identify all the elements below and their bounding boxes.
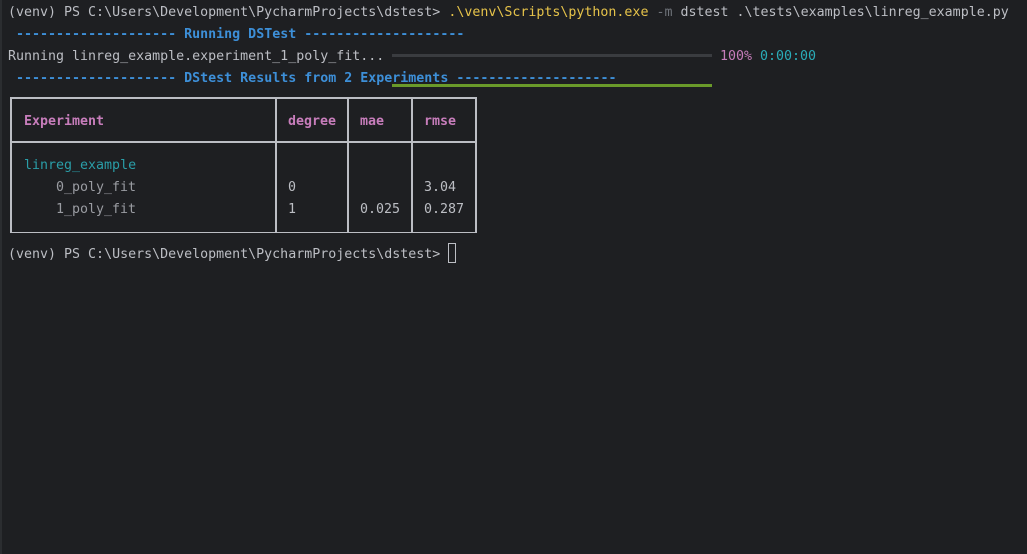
terminal-left-gutter <box>0 0 2 554</box>
progress-label: Running linreg_example.experiment_1_poly… <box>8 49 385 64</box>
banner-rule-left: -------------------- <box>16 71 177 86</box>
column-header-degree: degree <box>288 114 337 129</box>
command-flag: -m <box>656 5 673 20</box>
results-table: Experiment degree mae rmse linreg_exampl… <box>10 97 477 234</box>
banner-rule-left: -------------------- <box>16 27 177 42</box>
banner-rule-right: -------------------- <box>456 71 617 86</box>
table-row-rmse: 3.04 <box>424 180 457 195</box>
table-column-separator <box>411 97 413 233</box>
table-bottom-border <box>10 232 477 233</box>
table-row-rmse: 0.287 <box>424 202 465 217</box>
table-top-border <box>10 97 477 99</box>
table-row-degree: 1 <box>288 202 297 217</box>
running-banner: -------------------- Running DSTest ----… <box>8 24 464 46</box>
progress-percent: 100% <box>720 49 753 64</box>
shell-prompt: (venv) PS C:\Users\Development\PycharmPr… <box>8 5 441 20</box>
table-right-border <box>475 97 477 233</box>
running-banner-title: Running DSTest <box>184 27 297 42</box>
table-left-border <box>10 97 12 233</box>
column-header-mae: mae <box>360 114 385 129</box>
column-header-experiment: Experiment <box>24 114 105 129</box>
progress-bar <box>392 54 712 87</box>
table-column-separator <box>275 97 277 233</box>
final-shell-prompt: (venv) PS C:\Users\Development\PycharmPr… <box>8 247 441 262</box>
terminal-window[interactable]: (venv) PS C:\Users\Development\PycharmPr… <box>0 0 1027 554</box>
table-row-experiment: 1_poly_fit <box>56 202 137 217</box>
table-row-degree: 0 <box>288 180 297 195</box>
progress-elapsed: 0:00:00 <box>760 49 817 64</box>
table-column-separator <box>347 97 349 233</box>
column-header-rmse: rmse <box>424 114 457 129</box>
command-line: (venv) PS C:\Users\Development\PycharmPr… <box>8 2 1009 24</box>
table-row-experiment: 0_poly_fit <box>56 180 137 195</box>
experiment-group-name: linreg_example <box>24 158 137 173</box>
table-row-mae: 0.025 <box>360 202 401 217</box>
banner-rule-right: -------------------- <box>304 27 465 42</box>
results-banner-title: DStest Results from 2 Experiments <box>184 71 449 86</box>
command-executable: .\venv\Scripts\python.exe <box>448 5 649 20</box>
results-banner: -------------------- DStest Results from… <box>8 68 616 90</box>
table-header-separator <box>10 141 477 143</box>
command-arguments: dstest .\tests\examples\linreg_example.p… <box>680 5 1009 20</box>
text-cursor[interactable] <box>448 243 456 263</box>
